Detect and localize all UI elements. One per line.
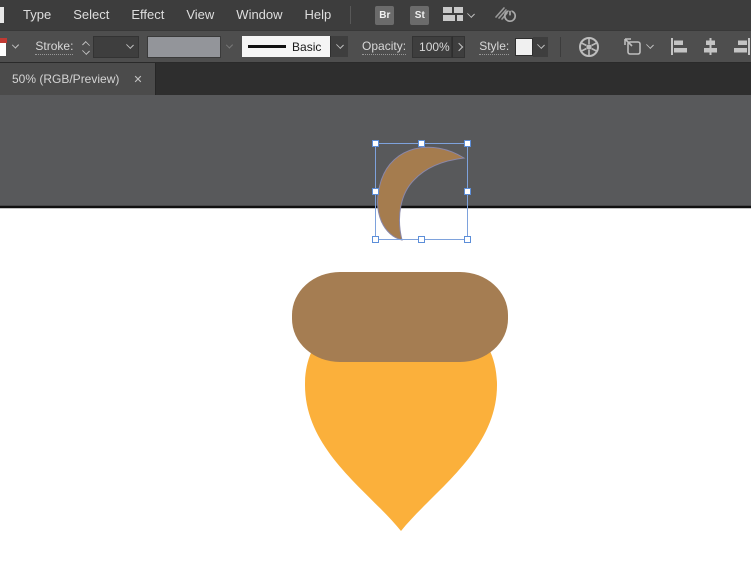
document-tab[interactable]: 50% (RGB/Preview) ✕: [0, 63, 156, 95]
recolor-artwork-button[interactable]: [578, 36, 600, 58]
horizontal-align-left-icon: [670, 38, 687, 55]
opacity-popup-button[interactable]: [452, 35, 466, 58]
control-bar: Stroke: Basic Opacity: 100% Style:: [0, 30, 751, 63]
color-wheel-icon: [578, 36, 599, 57]
graphic-style-dropdown[interactable]: [515, 36, 549, 57]
menu-select[interactable]: Select: [62, 0, 120, 30]
stepper-down-icon[interactable]: [82, 47, 91, 55]
align-right-button[interactable]: [732, 38, 751, 55]
horizontal-align-center-icon: [703, 38, 717, 55]
chevron-down-icon: [467, 9, 476, 18]
menubar-separator: [350, 6, 352, 24]
width-profile-dropdown[interactable]: [146, 35, 222, 58]
menu-bar: Type Select Effect View Window Help Br S…: [0, 0, 751, 30]
menu-help[interactable]: Help: [294, 0, 343, 30]
acorn-cap-shape[interactable]: [292, 272, 508, 362]
app-logo-partial: [0, 7, 4, 23]
menu-effect[interactable]: Effect: [120, 0, 175, 30]
workspace-switcher[interactable]: [443, 6, 476, 24]
brush-chevron-button[interactable]: [330, 36, 349, 57]
controlbar-separator: [560, 36, 561, 57]
menu-view[interactable]: View: [175, 0, 225, 30]
style-chevron-button[interactable]: [533, 36, 549, 57]
bridge-button[interactable]: Br: [375, 5, 395, 25]
width-profile-chevron-icon[interactable]: [226, 41, 234, 49]
stock-button[interactable]: St: [410, 5, 430, 25]
align-buttons: [670, 38, 751, 55]
stroke-weight-dropdown[interactable]: [93, 35, 139, 58]
chevron-down-icon: [646, 41, 654, 49]
horizontal-align-right-icon: [733, 38, 750, 55]
workspace-layout-icon: [443, 6, 464, 24]
graphic-style-swatch: [515, 37, 534, 56]
align-to-dropdown[interactable]: [623, 37, 654, 57]
share-power-icon: [494, 4, 518, 26]
style-label[interactable]: Style:: [479, 39, 510, 55]
align-left-button[interactable]: [670, 38, 689, 55]
fill-color-swatch[interactable]: [0, 37, 7, 56]
brush-name: Basic: [292, 39, 322, 54]
fill-chevron-down-icon[interactable]: [11, 41, 19, 49]
document-tab-title: 50% (RGB/Preview): [12, 72, 120, 86]
brush-definition-dropdown[interactable]: Basic: [242, 36, 349, 57]
stroke-label[interactable]: Stroke:: [35, 39, 74, 55]
tab-close-icon[interactable]: ✕: [133, 73, 142, 86]
opacity-input[interactable]: 100%: [412, 35, 453, 58]
menu-type[interactable]: Type: [12, 0, 62, 30]
chevron-down-icon: [125, 41, 134, 49]
menu-window[interactable]: Window: [225, 0, 293, 30]
brush-stroke-sample: [248, 45, 287, 48]
brush-preview: Basic: [242, 36, 331, 57]
document-tab-bar: 50% (RGB/Preview) ✕: [0, 63, 751, 95]
opacity-label[interactable]: Opacity:: [362, 39, 407, 55]
chevron-down-icon: [536, 41, 545, 49]
align-to-artboard-icon: [624, 37, 641, 55]
chevron-down-icon: [335, 41, 344, 49]
chevron-right-icon: [454, 42, 463, 51]
stroke-weight-stepper[interactable]: [82, 39, 91, 55]
share-power-button[interactable]: [494, 4, 518, 26]
align-center-button[interactable]: [701, 38, 720, 55]
artboard-canvas[interactable]: [0, 95, 751, 566]
